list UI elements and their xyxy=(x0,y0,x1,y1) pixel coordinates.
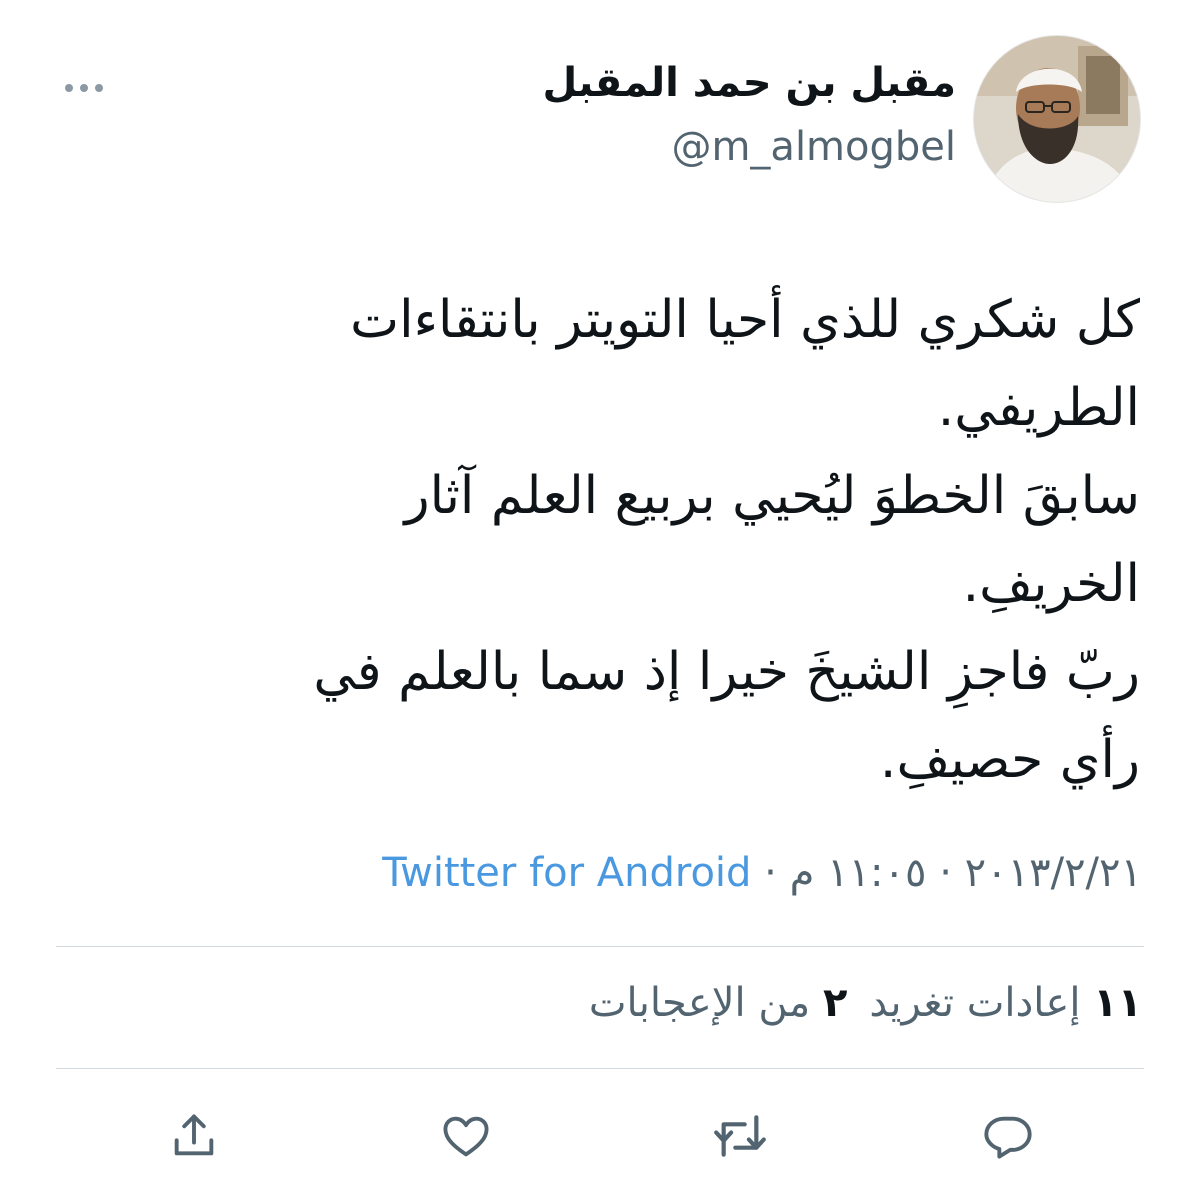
retweets-stat[interactable]: ١١ إعادات تغريد xyxy=(869,980,1142,1026)
tweet-card: مقبل بن حمد المقبل @m_almogbel كل شكري ل… xyxy=(0,0,1200,1197)
user-handle[interactable]: @m_almogbel xyxy=(671,124,956,170)
tweet-text-line: سابقَ الخطوَ ليُحيي بربيع العلم آثار xyxy=(404,466,1141,526)
tweet-source-link[interactable]: Twitter for Android xyxy=(382,850,751,896)
tweet-text-line: كل شكري للذي أحيا التويتر بانتقاءات xyxy=(350,290,1140,350)
like-button[interactable] xyxy=(434,1104,498,1168)
retweets-label: إعادات تغريد xyxy=(869,980,1081,1026)
reply-button[interactable] xyxy=(976,1104,1040,1168)
more-dot xyxy=(80,84,88,92)
retweet-icon xyxy=(714,1115,766,1157)
tweet-stats: ١١ إعادات تغريد ٢ من الإعجابات xyxy=(589,980,1142,1026)
likes-label: من الإعجابات xyxy=(588,980,811,1026)
reply-icon xyxy=(984,1116,1032,1159)
tweet-text: كل شكري للذي أحيا التويتر بانتقاءات الطر… xyxy=(100,276,1140,804)
more-options-button[interactable] xyxy=(56,70,112,106)
likes-stat[interactable]: ٢ من الإعجابات xyxy=(589,980,848,1026)
meta-separator: · xyxy=(764,850,777,896)
more-horizontal-icon xyxy=(65,84,73,92)
tweet-text-line: الطريفي. xyxy=(937,378,1140,438)
tweet-meta: ٢٠١٣/٢/٢١ · ١١:٠٥ م · Twitter for Androi… xyxy=(382,850,1142,896)
retweet-button[interactable] xyxy=(708,1104,772,1168)
share-button[interactable] xyxy=(162,1104,226,1168)
share-icon xyxy=(174,1114,214,1156)
tweet-text-line: الخريفِ. xyxy=(962,554,1140,614)
more-dot xyxy=(95,84,103,92)
likes-count: ٢ xyxy=(822,980,848,1026)
display-name[interactable]: مقبل بن حمد المقبل xyxy=(543,60,957,106)
divider xyxy=(56,946,1144,947)
tweet-text-line: ربّ فاجزِ الشيخَ خيرا إذ سما بالعلم في xyxy=(313,642,1140,702)
tweet-time[interactable]: ١١:٠٥ م xyxy=(790,850,927,896)
divider xyxy=(56,1068,1144,1069)
like-icon xyxy=(443,1116,489,1157)
action-bar xyxy=(0,1100,1200,1170)
meta-separator: · xyxy=(939,850,952,896)
avatar[interactable] xyxy=(974,36,1140,202)
avatar-image xyxy=(974,36,1140,202)
tweet-text-line: رأي حصيفِ. xyxy=(879,730,1140,790)
retweets-count: ١١ xyxy=(1093,980,1142,1026)
tweet-date[interactable]: ٢٠١٣/٢/٢١ xyxy=(965,850,1142,896)
